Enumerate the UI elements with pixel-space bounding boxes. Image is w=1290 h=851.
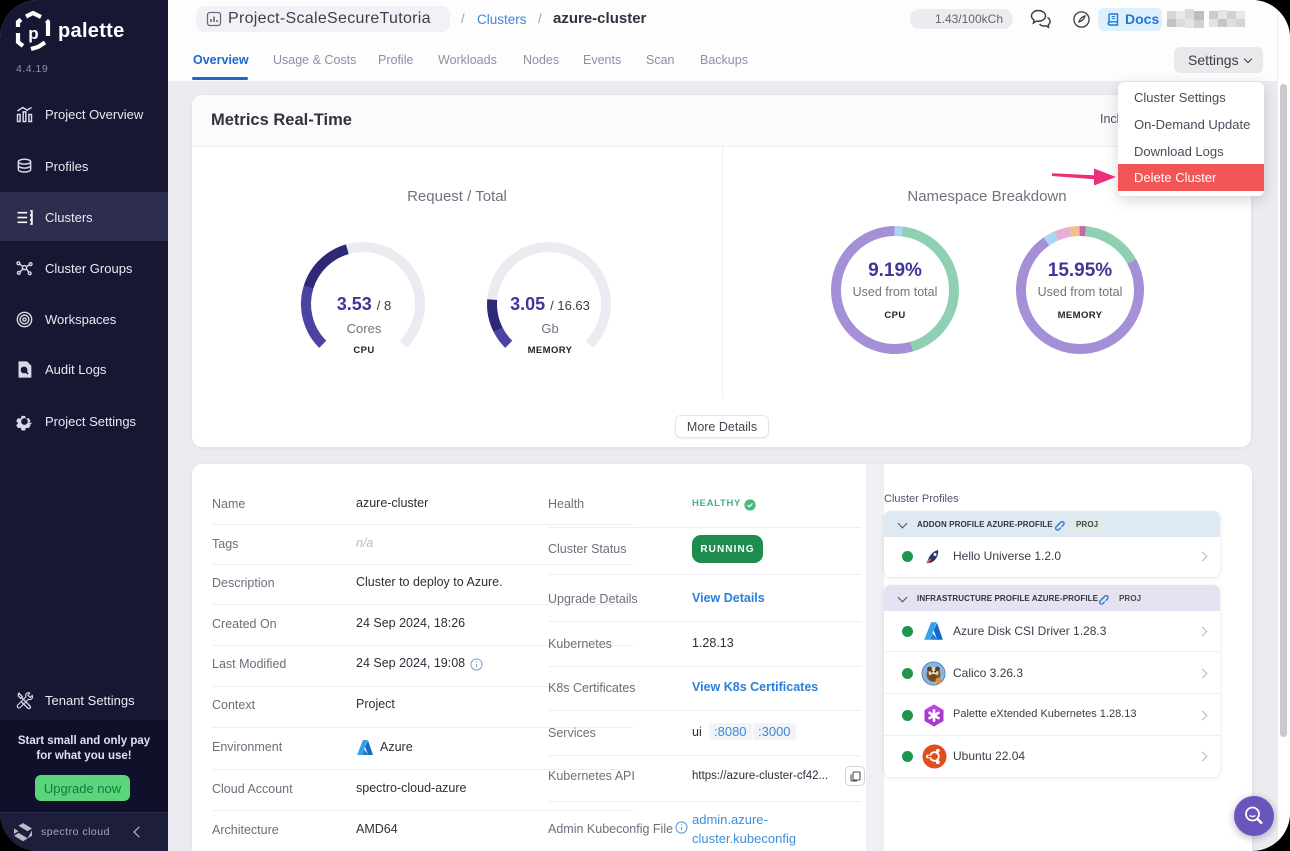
svg-text:p: p: [28, 24, 38, 43]
